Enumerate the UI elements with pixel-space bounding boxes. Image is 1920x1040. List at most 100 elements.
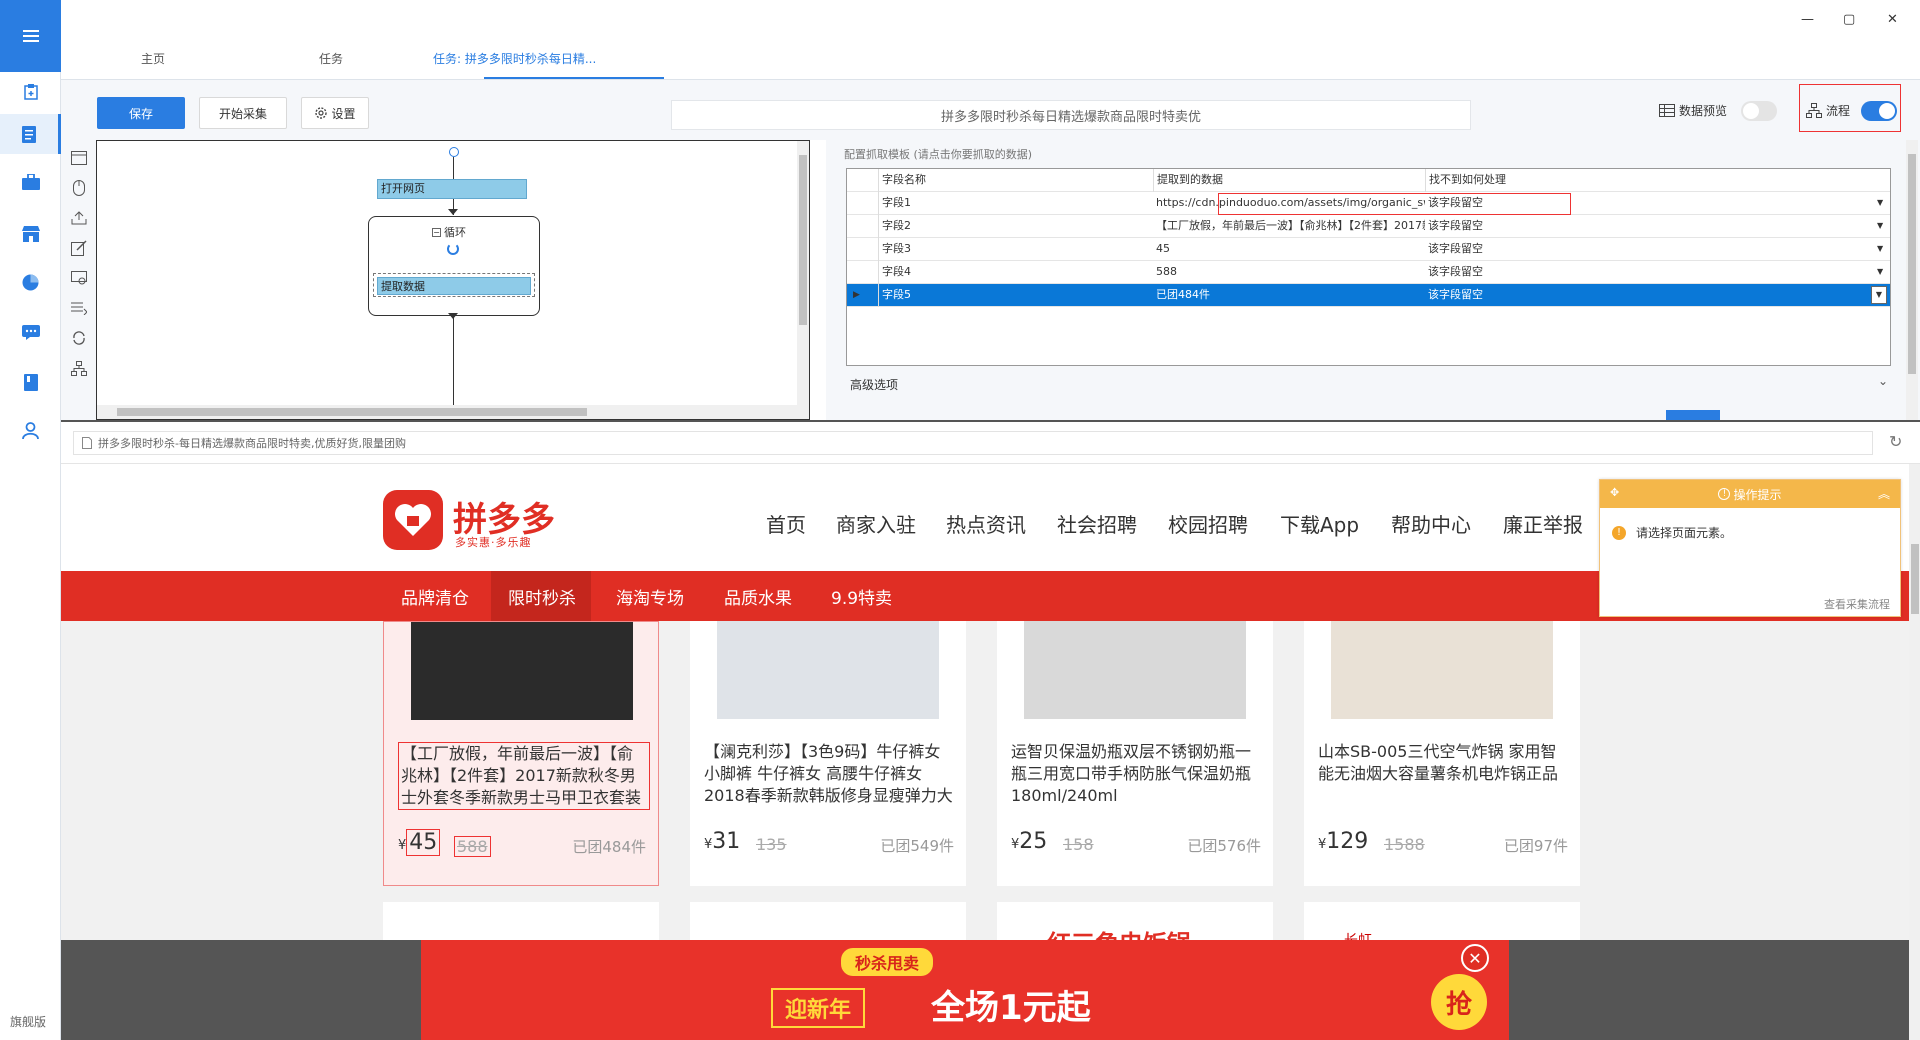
minimize-icon[interactable]: —: [1801, 12, 1814, 27]
field-grid[interactable]: 字段名称 提取到的数据 找不到如何处理 字段1 https://cdn.pind…: [846, 168, 1891, 366]
flow-node-open-page[interactable]: 打开网页: [377, 179, 527, 199]
tips-header[interactable]: ✥ ! 操作提示 ︽: [1600, 480, 1900, 508]
flow-vscrollbar[interactable]: [797, 141, 809, 419]
dropdown-arrow-icon[interactable]: ▼: [1877, 198, 1883, 207]
upload-icon[interactable]: [69, 208, 89, 228]
table-row[interactable]: 字段2 【工厂放假，年前最后一波】【俞兆林】【2件套】2017新... 该字段留…: [847, 215, 1890, 238]
refresh-icon[interactable]: ↻: [1889, 432, 1902, 451]
web-vscrollbar[interactable]: [1909, 464, 1920, 1040]
category-overseas[interactable]: 海淘专场: [616, 584, 684, 609]
table-row[interactable]: 字段4 588 该字段留空 ▼: [847, 261, 1890, 284]
product-title[interactable]: 运智贝保温奶瓶双层不锈钢奶瓶一瓶三用宽口带手柄防胀气保温奶瓶180ml/240m…: [1011, 741, 1263, 807]
product-price[interactable]: ¥31: [704, 829, 740, 854]
product-card[interactable]: 【工厂放假，年前最后一波】【俞兆林】【2件套】2017新款秋冬男士外套冬季新款男…: [383, 621, 659, 886]
data-preview-toggle[interactable]: [1741, 101, 1777, 121]
close-icon[interactable]: ✕: [1887, 12, 1898, 27]
product-title[interactable]: 山本SB-005三代空气炸锅 家用智能无油烟大容量薯条机电炸锅正品: [1318, 741, 1570, 785]
dropdown-arrow-icon[interactable]: ▼: [1871, 286, 1887, 304]
product-image[interactable]: [411, 622, 633, 720]
table-row-selected[interactable]: ▶ 字段5 已团484件 该字段留空 ▼: [847, 284, 1890, 307]
product-title[interactable]: 【工厂放假，年前最后一波】【俞兆林】【2件套】2017新款秋冬男士外套冬季新款男…: [398, 742, 650, 810]
table-row[interactable]: 字段3 45 该字段留空 ▼: [847, 238, 1890, 261]
save-button[interactable]: 保存: [97, 97, 185, 129]
briefcase-icon[interactable]: [0, 162, 61, 202]
url-field[interactable]: 拼多多限时秒杀-每日精选爆款商品限时特卖,优质好货,限量团购: [73, 431, 1873, 455]
flow-hscrollbar[interactable]: [97, 405, 797, 419]
field-action[interactable]: 该字段留空: [1425, 284, 1695, 307]
chart-pie-icon[interactable]: [0, 262, 61, 302]
chevron-down-icon[interactable]: ⌄: [1878, 374, 1888, 388]
site-nav-jobs[interactable]: 社会招聘: [1057, 509, 1137, 538]
product-image[interactable]: [1331, 621, 1553, 719]
collapse-icon[interactable]: −: [432, 227, 441, 237]
move-icon[interactable]: ✥: [1610, 486, 1619, 499]
product-title[interactable]: 【澜克利莎】【3色9码】牛仔裤女小脚裤 牛仔裤女 高腰牛仔裤女2018春季新款韩…: [704, 741, 956, 807]
advanced-options[interactable]: 高级选项: [850, 376, 898, 393]
user-icon[interactable]: [0, 410, 61, 450]
tab-home[interactable]: 主页: [141, 50, 165, 67]
menu-icon[interactable]: [0, 0, 61, 72]
tab-tasks[interactable]: 任务: [319, 50, 343, 67]
site-nav-news[interactable]: 热点资讯: [946, 509, 1026, 538]
dropdown-arrow-icon[interactable]: ▼: [1877, 244, 1883, 253]
config-vscrollbar[interactable]: [1906, 140, 1918, 422]
product-price[interactable]: ¥129: [1318, 829, 1368, 854]
original-price[interactable]: 588: [454, 836, 491, 857]
collapse-up-icon[interactable]: ︽: [1878, 485, 1890, 502]
edit-icon[interactable]: [69, 238, 89, 258]
category-fruit[interactable]: 品质水果: [724, 584, 792, 609]
site-nav-campus[interactable]: 校园招聘: [1168, 509, 1248, 538]
extract-icon[interactable]: [69, 268, 89, 288]
chat-icon[interactable]: [0, 312, 61, 352]
store-icon[interactable]: [0, 214, 61, 254]
price-value[interactable]: 45: [406, 829, 441, 856]
task-list-icon[interactable]: [0, 114, 61, 154]
promo-banner[interactable]: 秒杀甩卖 迎新年 全场1元起 抢 ✕: [421, 940, 1509, 1040]
browser-icon[interactable]: [69, 148, 89, 168]
field-action[interactable]: 该字段留空: [1425, 238, 1695, 261]
field-name[interactable]: 字段3: [879, 238, 1153, 261]
flow-editor[interactable]: 打开网页 − 循环 提取数据: [96, 140, 810, 420]
mouse-click-icon[interactable]: [69, 178, 89, 198]
maximize-icon[interactable]: ▢: [1843, 12, 1855, 27]
category-flash-sale[interactable]: 限时秒杀: [508, 584, 576, 609]
banner-close-icon[interactable]: ✕: [1461, 944, 1489, 972]
product-card[interactable]: 【澜克利莎】【3色9码】牛仔裤女小脚裤 牛仔裤女 高腰牛仔裤女2018春季新款韩…: [690, 621, 966, 886]
field-name[interactable]: 字段4: [879, 261, 1153, 284]
task-new-icon[interactable]: [0, 72, 61, 112]
site-nav-merchant[interactable]: 商家入驻: [836, 509, 916, 538]
field-name[interactable]: 字段5: [879, 284, 1153, 307]
dropdown-arrow-icon[interactable]: ▼: [1877, 221, 1883, 230]
field-name[interactable]: 字段2: [879, 215, 1153, 238]
dropdown-arrow-icon[interactable]: ▼: [1877, 267, 1883, 276]
field-value[interactable]: 【工厂放假，年前最后一波】【俞兆林】【2件套】2017新...: [1153, 215, 1425, 238]
tab-current-task[interactable]: 任务: 拼多多限时秒杀每日精...: [433, 50, 596, 67]
site-nav-help[interactable]: 帮助中心: [1391, 509, 1471, 538]
product-card[interactable]: 山本SB-005三代空气炸锅 家用智能无油烟大容量薯条机电炸锅正品 ¥129 1…: [1304, 621, 1580, 886]
product-card[interactable]: 运智贝保温奶瓶双层不锈钢奶瓶一瓶三用宽口带手柄防胀气保温奶瓶180ml/240m…: [997, 621, 1273, 886]
field-value[interactable]: 588: [1153, 261, 1425, 284]
field-value[interactable]: 45: [1153, 238, 1425, 261]
field-value[interactable]: 已团484件: [1153, 284, 1425, 307]
task-title-field[interactable]: 拼多多限时秒杀每日精选爆款商品限时特卖优: [671, 100, 1471, 130]
site-nav-report[interactable]: 廉正举报: [1503, 509, 1583, 538]
list-icon[interactable]: [69, 298, 89, 318]
view-flow-link[interactable]: 查看采集流程: [1824, 596, 1890, 612]
site-nav-home[interactable]: 首页: [766, 509, 806, 538]
pdd-logo-icon[interactable]: [383, 490, 443, 550]
field-action[interactable]: 该字段留空: [1425, 215, 1695, 238]
sold-count[interactable]: 已团484件: [572, 836, 646, 857]
product-image[interactable]: [1024, 621, 1246, 719]
book-icon[interactable]: [0, 362, 61, 402]
flowchart-tool-icon[interactable]: [69, 358, 89, 378]
field-action[interactable]: 该字段留空: [1425, 261, 1695, 284]
category-9-9[interactable]: 9.9特卖: [831, 584, 892, 609]
settings-button[interactable]: 设置: [301, 97, 369, 129]
field-name[interactable]: 字段1: [879, 192, 1153, 215]
banner-grab-button[interactable]: 抢: [1431, 974, 1487, 1030]
flow-node-extract-data[interactable]: 提取数据: [377, 277, 531, 295]
flow-toggle[interactable]: [1861, 101, 1897, 121]
start-collect-button[interactable]: 开始采集: [199, 97, 287, 129]
loop-icon[interactable]: [69, 328, 89, 348]
product-price[interactable]: ¥25: [1011, 829, 1047, 854]
